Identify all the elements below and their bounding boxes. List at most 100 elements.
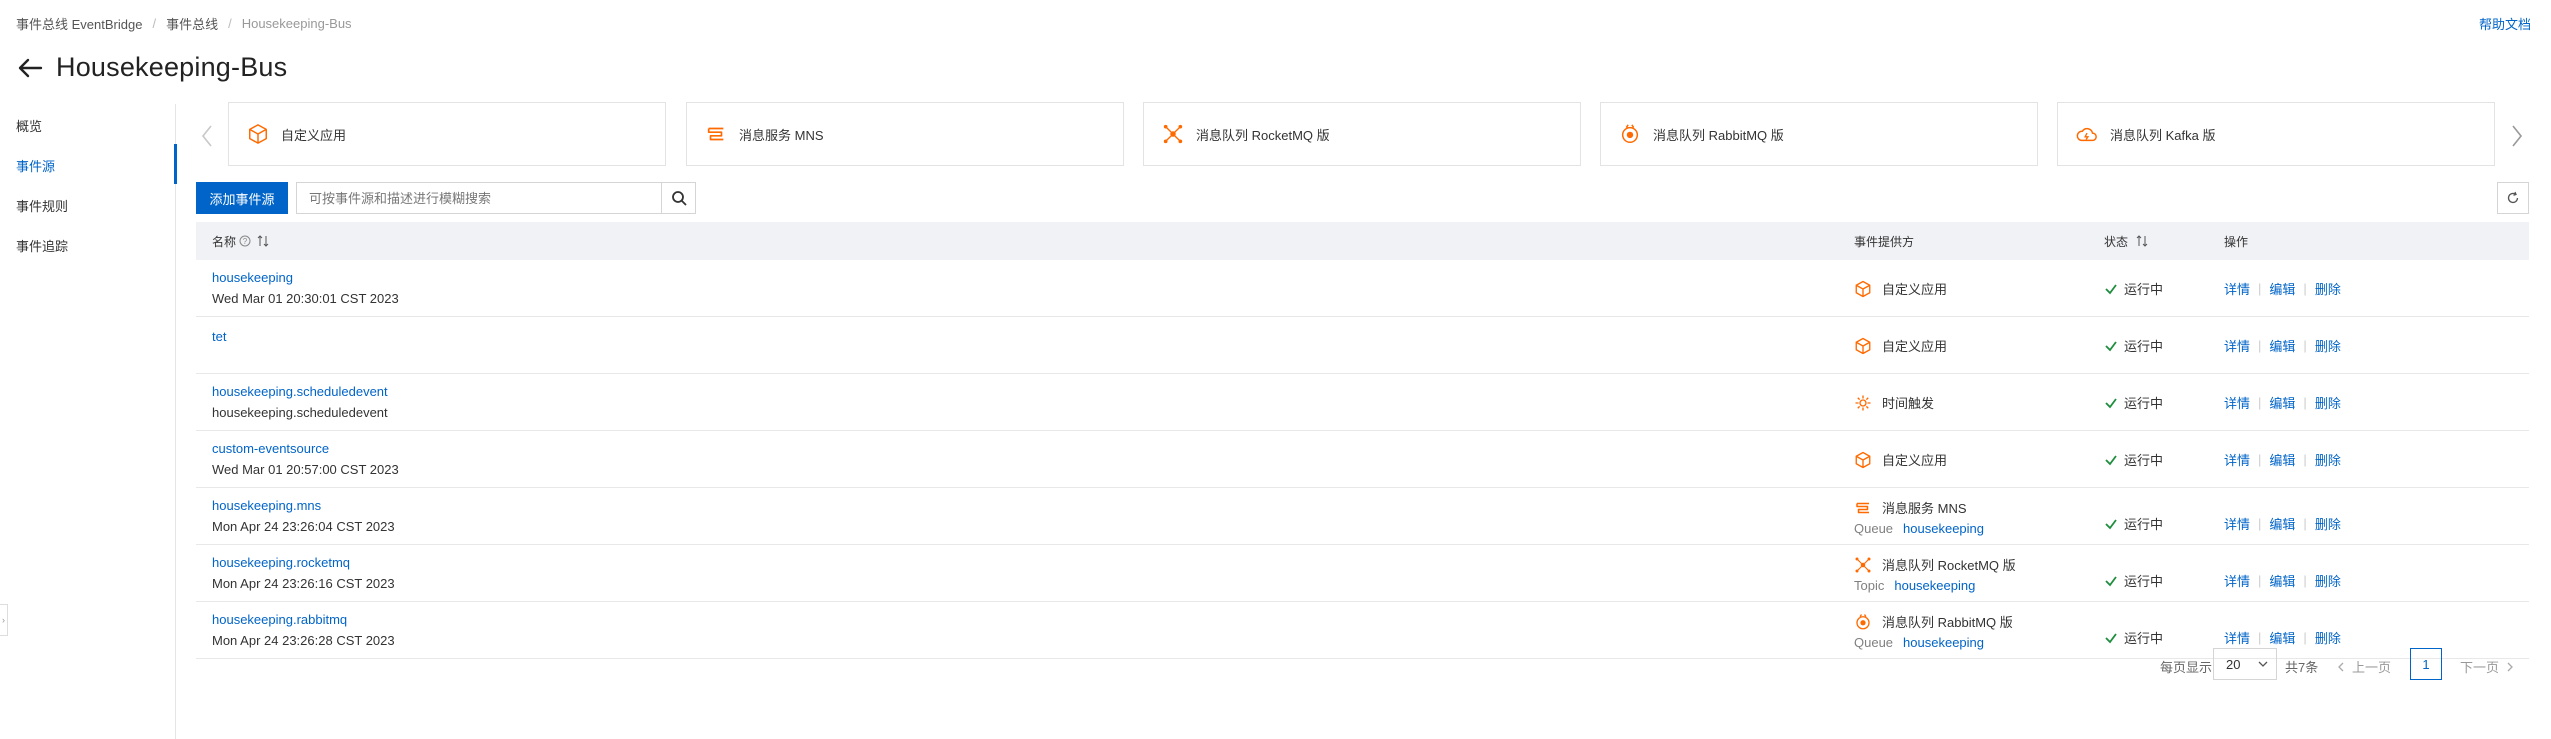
collapse-handle[interactable]: › — [0, 604, 8, 636]
delete-link[interactable]: 删除 — [2315, 514, 2341, 533]
delete-link[interactable]: 删除 — [2315, 279, 2341, 298]
event-source-name-link[interactable]: housekeeping.scheduledevent — [212, 384, 388, 399]
table-row: tet 自定义应用 运行中 详情 | 编辑 | 删除 — [196, 317, 2529, 374]
provider-card-rabbitmq[interactable]: 消息队列 RabbitMQ 版 — [1600, 102, 2038, 166]
provider-cell: 消息队列 RocketMQ 版 Topic housekeeping — [1854, 555, 2016, 593]
search-button[interactable] — [661, 183, 695, 213]
prev-page-button[interactable]: 上一页 — [2336, 657, 2391, 676]
edit-link[interactable]: 编辑 — [2269, 514, 2295, 533]
status-badge: 运行中 — [2124, 517, 2164, 532]
provider: 时间触发 — [1854, 393, 1934, 412]
add-event-source-button[interactable]: 添加事件源 — [196, 182, 288, 214]
action-separator: | — [2303, 452, 2307, 467]
event-source-name-link[interactable]: housekeeping.rabbitmq — [212, 612, 395, 627]
sidenav-active-indicator — [174, 144, 177, 184]
edit-link[interactable]: 编辑 — [2269, 279, 2295, 298]
provider-card-mns[interactable]: 消息服务 MNS — [686, 102, 1124, 166]
sort-icon[interactable] — [2136, 235, 2148, 247]
detail-link[interactable]: 详情 — [2224, 336, 2250, 355]
status-badge: 运行中 — [2124, 396, 2164, 411]
status-badge: 运行中 — [2124, 631, 2164, 646]
action-separator: | — [2258, 516, 2262, 531]
carousel-prev-icon[interactable] — [198, 122, 216, 150]
provider: 消息队列 RocketMQ 版 — [1854, 555, 2016, 574]
edit-link[interactable]: 编辑 — [2269, 450, 2295, 469]
detail-link[interactable]: 详情 — [2224, 393, 2250, 412]
sidenav-item-event-sources[interactable]: 事件源 — [16, 156, 55, 175]
delete-link[interactable]: 删除 — [2315, 571, 2341, 590]
edit-link[interactable]: 编辑 — [2269, 393, 2295, 412]
detail-link[interactable]: 详情 — [2224, 279, 2250, 298]
chevron-right-icon — [2507, 662, 2513, 671]
refresh-button[interactable] — [2497, 182, 2529, 214]
table-header: 名称 ? 事件提供方 状态 操作 — [196, 222, 2529, 260]
help-doc-link[interactable]: 帮助文档 — [2479, 14, 2531, 33]
carousel-next-icon[interactable] — [2508, 122, 2526, 150]
edit-link[interactable]: 编辑 — [2269, 336, 2295, 355]
provider-card-kafka[interactable]: 消息队列 Kafka 版 — [2057, 102, 2495, 166]
provider-resource-type: Queue — [1854, 635, 1894, 650]
column-name-label: 名称 — [212, 234, 237, 249]
next-page-label: 下一页 — [2460, 660, 2500, 675]
provider-card-label: 消息队列 Kafka 版 — [2110, 127, 2216, 143]
per-page-select[interactable]: 20 — [2213, 648, 2277, 680]
back-arrow-icon[interactable] — [16, 54, 44, 82]
sidenav-item-event-rules[interactable]: 事件规则 — [16, 196, 68, 215]
event-source-description: Mon Apr 24 23:26:04 CST 2023 — [212, 519, 395, 534]
breadcrumb-eventbus[interactable]: 事件总线 — [166, 14, 218, 33]
check-icon — [2105, 632, 2117, 643]
cube-icon — [1855, 280, 1871, 297]
page-title: Housekeeping-Bus — [56, 52, 288, 82]
event-source-description: Mon Apr 24 23:26:28 CST 2023 — [212, 633, 395, 648]
sort-icon[interactable] — [257, 235, 269, 247]
detail-link[interactable]: 详情 — [2224, 450, 2250, 469]
delete-link[interactable]: 删除 — [2315, 393, 2341, 412]
action-separator: | — [2258, 630, 2262, 645]
provider-card-label: 消息队列 RabbitMQ 版 — [1653, 127, 1784, 143]
sidenav-item-overview[interactable]: 概览 — [16, 116, 42, 135]
event-source-name-link[interactable]: housekeeping — [212, 270, 399, 285]
action-separator: | — [2258, 395, 2262, 410]
delete-link[interactable]: 删除 — [2315, 336, 2341, 355]
provider-resource-link[interactable]: housekeeping — [1903, 521, 1984, 536]
sidenav-item-event-tracking[interactable]: 事件追踪 — [16, 236, 68, 255]
event-source-name-link[interactable]: custom-eventsource — [212, 441, 399, 456]
event-source-name-link[interactable]: tet — [212, 329, 226, 344]
edit-link[interactable]: 编辑 — [2269, 628, 2295, 647]
event-source-name-link[interactable]: housekeeping.rocketmq — [212, 555, 395, 570]
title-row: Housekeeping-Bus — [16, 52, 287, 83]
help-circle-icon[interactable]: ? — [239, 235, 251, 247]
provider-resource: Topic housekeeping — [1854, 578, 2016, 593]
breadcrumb-eventbridge[interactable]: 事件总线 EventBridge — [16, 14, 142, 33]
page-number-current[interactable]: 1 — [2410, 648, 2442, 680]
name-cell: housekeeping.mns Mon Apr 24 23:26:04 CST … — [212, 498, 395, 534]
action-separator: | — [2303, 395, 2307, 410]
check-icon — [2105, 397, 2117, 408]
provider-resource-link[interactable]: housekeeping — [1903, 635, 1984, 650]
delete-link[interactable]: 删除 — [2315, 450, 2341, 469]
column-header-status: 状态 — [2104, 233, 2148, 250]
search-input[interactable] — [297, 183, 661, 213]
provider-resource-type: Queue — [1854, 521, 1894, 536]
detail-link[interactable]: 详情 — [2224, 628, 2250, 647]
breadcrumb-current: Housekeeping-Bus — [241, 16, 352, 31]
event-source-name-link[interactable]: housekeeping.mns — [212, 498, 395, 513]
breadcrumb-separator: / — [152, 16, 157, 31]
check-icon — [2105, 575, 2117, 586]
provider-card-custom-app[interactable]: 自定义应用 — [228, 102, 666, 166]
status-badge: 运行中 — [2124, 282, 2164, 297]
total-count: 共7条 — [2285, 660, 2319, 675]
table-row: housekeeping.rabbitmq Mon Apr 24 23:26:28… — [196, 602, 2529, 659]
per-page-value: 20 — [2226, 656, 2241, 672]
provider-card-rocketmq[interactable]: 消息队列 RocketMQ 版 — [1143, 102, 1581, 166]
delete-link[interactable]: 删除 — [2315, 628, 2341, 647]
name-cell: housekeeping Wed Mar 01 20:30:01 CST 2023 — [212, 270, 399, 306]
detail-link[interactable]: 详情 — [2224, 571, 2250, 590]
edit-link[interactable]: 编辑 — [2269, 571, 2295, 590]
next-page-button[interactable]: 下一页 — [2460, 657, 2515, 676]
mns-icon — [707, 127, 724, 141]
provider-card-label: 消息服务 MNS — [739, 127, 824, 143]
provider-resource-link[interactable]: housekeeping — [1894, 578, 1975, 593]
detail-link[interactable]: 详情 — [2224, 514, 2250, 533]
event-source-description: Wed Mar 01 20:30:01 CST 2023 — [212, 291, 399, 306]
